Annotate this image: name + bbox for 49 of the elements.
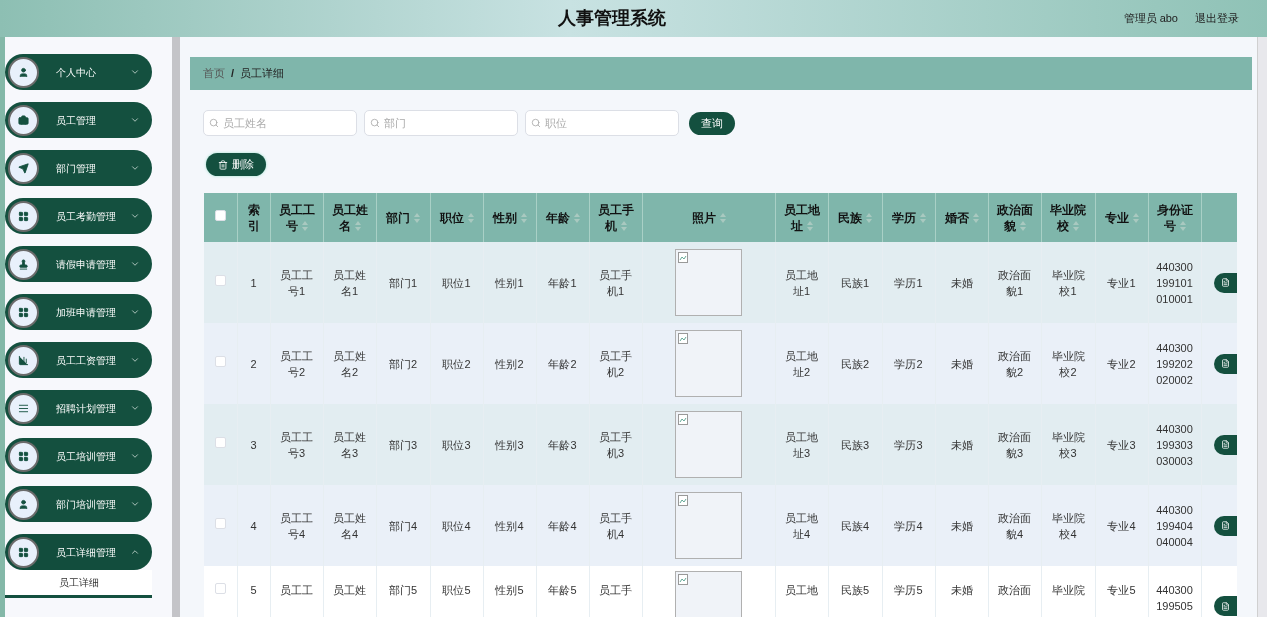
table-cell: 专业5: [1095, 566, 1148, 617]
table-cell: 440300199505: [1148, 566, 1201, 617]
menu-label: 部门培训管理: [55, 497, 117, 512]
menu-label: 个人中心: [55, 65, 97, 80]
menu-label: 请假申请管理: [55, 257, 117, 272]
menu-label: 员工详细管理: [55, 545, 117, 560]
table-cell: 员工工: [270, 566, 323, 617]
table-cell: 5: [237, 566, 270, 617]
table-cell: 职位5: [430, 566, 483, 617]
app-title: 人事管理系统: [556, 7, 666, 30]
table-cell: 部门5: [376, 566, 430, 617]
table-cell: 学历5: [882, 566, 935, 617]
search-button[interactable]: 查询: [689, 111, 735, 135]
sidebar-item[interactable]: 员工培训管理: [5, 438, 152, 474]
menu-label: 招聘计划管理: [55, 401, 117, 416]
table-cell: 政治面: [988, 566, 1041, 617]
search-field[interactable]: 部门: [364, 110, 518, 136]
sidebar-item[interactable]: 员工详细管理: [5, 534, 152, 570]
sidebar-item[interactable]: 员工工资管理: [5, 342, 152, 378]
table-cell: 性别5: [483, 566, 536, 617]
menu-label: 部门管理: [55, 161, 97, 176]
table-cell: 毕业院: [1041, 566, 1095, 617]
sidebar-item[interactable]: 个人中心: [5, 54, 152, 90]
menu-label: 员工考勤管理: [55, 209, 117, 224]
table-cell: 员工地: [775, 566, 828, 617]
breadcrumb-separator: /: [231, 66, 235, 82]
submenu-item[interactable]: 员工详细: [5, 570, 152, 598]
delete-button[interactable]: 删除: [206, 153, 266, 176]
table-cell: 民族5: [828, 566, 882, 617]
table-cell: 未婚: [935, 566, 988, 617]
logout-link[interactable]: 退出登录: [1195, 10, 1239, 27]
breadcrumb-link[interactable]: 员工详细: [240, 65, 285, 82]
sidebar-item[interactable]: 员工考勤管理: [5, 198, 152, 234]
sidebar-item[interactable]: 部门培训管理: [5, 486, 152, 522]
table-cell: 员工手: [589, 566, 642, 617]
search-field[interactable]: 职位: [525, 110, 679, 136]
menu-label: 员工管理: [55, 113, 97, 128]
search-field[interactable]: 员工姓名: [203, 110, 357, 136]
sidebar-item[interactable]: 加班申请管理: [5, 294, 152, 330]
sidebar-item[interactable]: 招聘计划管理: [5, 390, 152, 426]
admin-user: 管理员 abo: [1123, 11, 1178, 27]
sidebar-item[interactable]: 员工管理: [5, 102, 152, 138]
menu-label: 员工培训管理: [55, 449, 117, 464]
table-cell: 年龄5: [536, 566, 589, 617]
sidebar-item[interactable]: 部门管理: [5, 150, 152, 186]
menu-label: 加班申请管理: [55, 305, 117, 320]
sidebar-item[interactable]: 请假申请管理: [5, 246, 152, 282]
table-cell: 员工姓: [323, 566, 376, 617]
menu-label: 员工工资管理: [55, 353, 117, 368]
